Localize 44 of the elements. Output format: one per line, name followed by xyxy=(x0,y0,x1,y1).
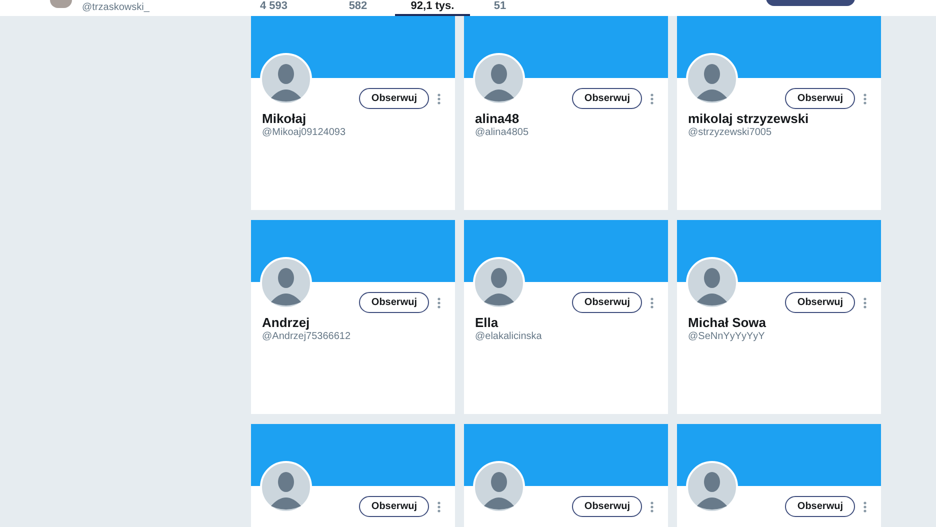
default-avatar-icon xyxy=(473,461,525,513)
follow-button[interactable]: Obserwuj xyxy=(572,496,642,517)
more-options-icon[interactable] xyxy=(863,500,867,512)
user-name[interactable]: Michał Sowa xyxy=(688,315,766,331)
default-avatar-icon xyxy=(473,53,525,105)
profile-avatar-icon xyxy=(50,0,72,8)
follow-button[interactable]: Obserwuj xyxy=(785,496,855,517)
more-options-icon[interactable] xyxy=(650,500,654,512)
user-name[interactable]: alina48 xyxy=(475,111,520,127)
more-options-icon[interactable] xyxy=(863,92,867,104)
profile-stat-tab[interactable]: 4 593 xyxy=(260,0,333,16)
more-options-icon[interactable] xyxy=(437,500,441,512)
default-avatar-icon xyxy=(260,53,312,105)
more-options-icon[interactable] xyxy=(650,92,654,104)
follow-button[interactable]: Obserwuj xyxy=(785,88,855,109)
user-handle: @alina4805 xyxy=(475,127,529,139)
user-name[interactable]: Andrzej xyxy=(262,315,310,331)
default-avatar-icon xyxy=(260,257,312,309)
follow-button[interactable]: Obserwuj xyxy=(785,292,855,313)
profile-stat-tab[interactable]: 51 xyxy=(480,0,520,16)
default-avatar-icon xyxy=(686,461,738,513)
follow-button[interactable]: Obserwuj xyxy=(572,88,642,109)
default-avatar-icon xyxy=(686,257,738,309)
user-handle: @Andrzej75366612 xyxy=(262,331,351,343)
more-options-icon[interactable] xyxy=(437,92,441,104)
user-handle: @SeNnYyYyYyY xyxy=(688,331,765,343)
user-name[interactable]: Mikołaj xyxy=(262,111,306,127)
more-options-icon[interactable] xyxy=(863,296,867,308)
follow-button[interactable]: Obserwuj xyxy=(572,292,642,313)
default-avatar-icon xyxy=(473,257,525,309)
default-avatar-icon xyxy=(260,461,312,513)
follow-button[interactable]: Obserwuj xyxy=(359,88,429,109)
user-handle: @elakalicinska xyxy=(475,331,542,343)
follow-button[interactable]: Obserwuj xyxy=(359,292,429,313)
profile-stat-tab[interactable]: 582 xyxy=(333,0,383,16)
default-avatar-icon xyxy=(686,53,738,105)
user-handle: @Mikoaj09124093 xyxy=(262,127,346,139)
user-handle: @strzyzewski7005 xyxy=(688,127,772,139)
more-options-icon[interactable] xyxy=(650,296,654,308)
user-name[interactable]: Ella xyxy=(475,315,498,331)
more-options-icon[interactable] xyxy=(437,296,441,308)
follow-button[interactable]: Obserwuj xyxy=(359,496,429,517)
profile-handle: @trzaskowski_ xyxy=(82,2,150,14)
user-name[interactable]: mikolaj strzyzewski xyxy=(688,111,809,127)
